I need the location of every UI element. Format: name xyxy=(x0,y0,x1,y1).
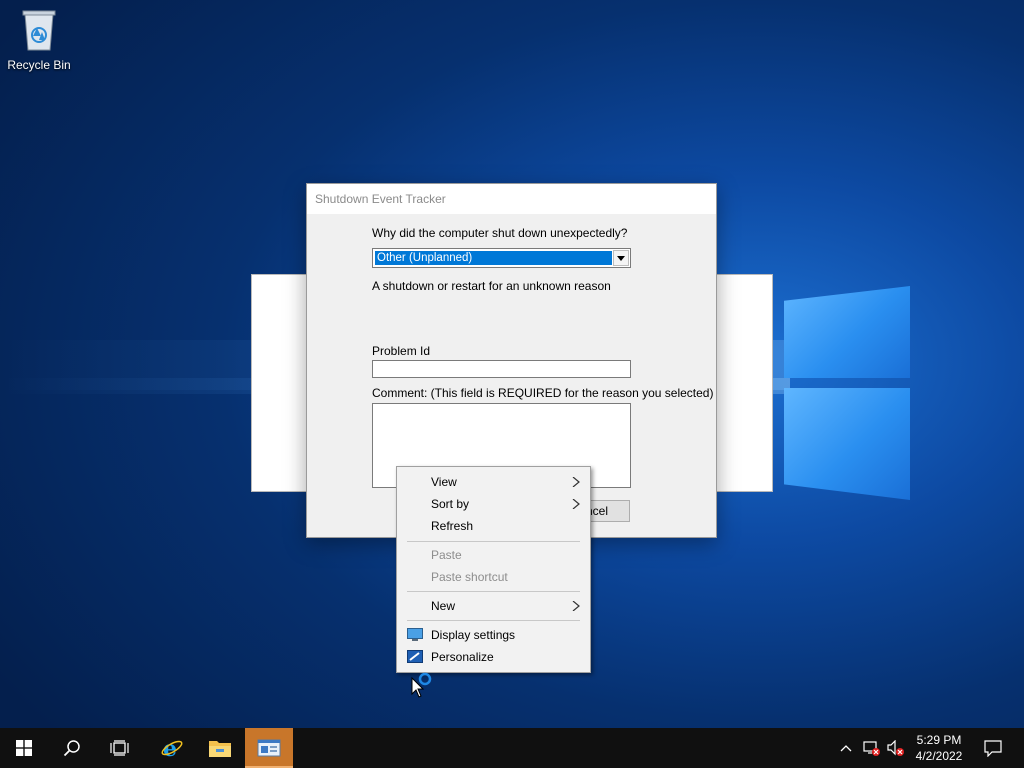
menu-item-paste[interactable]: Paste xyxy=(397,544,590,566)
menu-item-label: Sort by xyxy=(431,497,470,511)
shutdown-question-label: Why did the computer shut down unexpecte… xyxy=(372,226,628,240)
problem-id-input[interactable] xyxy=(372,360,631,378)
reason-description: A shutdown or restart for an unknown rea… xyxy=(372,279,611,293)
submenu-arrow-icon xyxy=(572,499,580,509)
menu-separator xyxy=(407,591,580,592)
network-status-button[interactable] xyxy=(860,728,884,768)
action-center-icon xyxy=(984,739,1002,757)
submenu-arrow-icon xyxy=(572,477,580,487)
menu-item-view[interactable]: View xyxy=(397,471,590,493)
comment-label: Comment: (This field is REQUIRED for the… xyxy=(372,386,714,400)
menu-item-label: Display settings xyxy=(431,628,516,642)
folder-icon xyxy=(209,741,231,757)
desktop-context-menu: View Sort by Refresh Paste Paste shortcu… xyxy=(396,466,591,673)
search-icon xyxy=(63,740,80,757)
menu-item-display-settings[interactable]: Display settings xyxy=(397,624,590,646)
menu-item-label: Paste xyxy=(431,548,462,562)
server-manager-button[interactable] xyxy=(245,728,293,768)
menu-separator xyxy=(407,541,580,542)
taskbar: e 5:29 PM 4/2/2022 xyxy=(0,728,1024,768)
display-settings-icon xyxy=(407,628,423,641)
desktop-icon-recycle-bin[interactable]: Recycle Bin xyxy=(4,6,74,76)
tray-overflow-button[interactable] xyxy=(836,728,856,768)
internet-explorer-button[interactable]: e xyxy=(148,728,196,768)
mouse-cursor-busy-icon xyxy=(411,672,432,698)
menu-item-new[interactable]: New xyxy=(397,595,590,617)
menu-item-label: View xyxy=(431,475,457,489)
dialog-title: Shutdown Event Tracker xyxy=(307,184,716,214)
search-button[interactable] xyxy=(48,728,96,768)
personalize-icon xyxy=(407,650,423,663)
submenu-arrow-icon xyxy=(572,601,580,611)
clock-time: 5:29 PM xyxy=(916,733,962,747)
task-view-icon xyxy=(110,740,129,756)
menu-item-label: Personalize xyxy=(431,650,494,664)
menu-item-sort-by[interactable]: Sort by xyxy=(397,493,590,515)
taskbar-clock[interactable]: 5:29 PM 4/2/2022 xyxy=(904,732,974,766)
reason-selected-value: Other (Unplanned) xyxy=(375,251,612,265)
task-view-button[interactable] xyxy=(96,728,144,768)
menu-item-label: New xyxy=(431,599,456,613)
clock-date: 4/2/2022 xyxy=(915,749,963,763)
start-button[interactable] xyxy=(0,728,48,768)
reason-dropdown[interactable]: Other (Unplanned) xyxy=(372,248,631,268)
menu-item-label: Refresh xyxy=(431,519,474,533)
network-error-icon xyxy=(863,741,880,756)
action-center-button[interactable] xyxy=(978,728,1008,768)
windows-logo-wallpaper xyxy=(780,268,915,503)
internet-explorer-icon: e xyxy=(161,736,183,760)
menu-item-label: Paste shortcut xyxy=(431,570,508,584)
volume-muted-icon xyxy=(887,740,904,756)
recycle-bin-icon xyxy=(22,10,56,51)
chevron-up-icon xyxy=(840,745,852,752)
menu-item-paste-shortcut[interactable]: Paste shortcut xyxy=(397,566,590,588)
file-explorer-button[interactable] xyxy=(196,728,244,768)
windows-start-icon xyxy=(16,740,32,756)
server-manager-icon xyxy=(257,739,281,757)
problem-id-label: Problem Id xyxy=(372,344,431,358)
desktop-icon-label: Recycle Bin xyxy=(7,58,71,72)
menu-item-refresh[interactable]: Refresh xyxy=(397,515,590,537)
dropdown-arrow-icon[interactable] xyxy=(613,250,629,266)
menu-item-personalize[interactable]: Personalize xyxy=(397,646,590,668)
menu-separator xyxy=(407,620,580,621)
